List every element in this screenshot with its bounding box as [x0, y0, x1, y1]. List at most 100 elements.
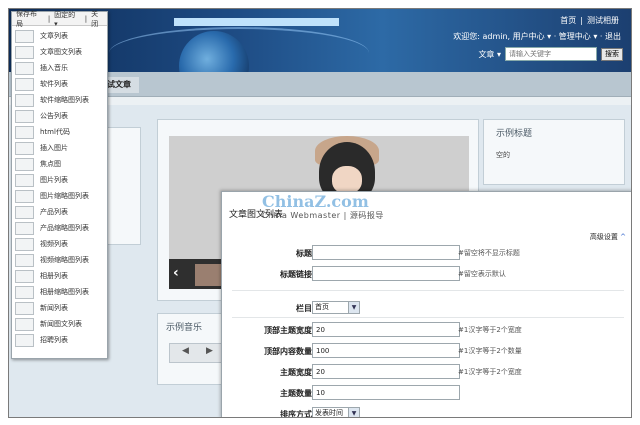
menu-item-label: 视频列表: [40, 240, 68, 248]
menu-item-label: 图片缩略图列表: [40, 192, 89, 200]
title-label: 标题: [296, 249, 312, 258]
menu-item-label: 招聘列表: [40, 336, 68, 344]
sort-row: 排序方式 发表时间 ▼: [222, 405, 631, 418]
list-icon: [15, 77, 34, 91]
top-count-label: 顶部内容数量: [264, 347, 312, 356]
next-track-icon[interactable]: ▶: [206, 346, 213, 356]
search-button[interactable]: 搜索: [601, 47, 623, 61]
menu-item-html-code[interactable]: html代码: [12, 124, 105, 140]
menu-item-article-list[interactable]: 文章列表: [12, 28, 105, 44]
column-label: 栏目: [296, 304, 312, 313]
advanced-settings-label: 高级设置: [589, 233, 618, 241]
main-width-label: 主题宽度: [280, 368, 312, 377]
advanced-settings-toggle[interactable]: 高级设置 ^: [590, 232, 626, 242]
album-link[interactable]: 测试相册: [585, 16, 621, 25]
fixed-dropdown[interactable]: 固定的 ▾: [52, 10, 83, 28]
main-count-input[interactable]: [312, 385, 460, 400]
list-icon: [15, 317, 34, 331]
list-icon: [15, 269, 34, 283]
save-layout-button[interactable]: 保存布局: [14, 9, 46, 29]
search-input[interactable]: [505, 47, 597, 61]
column-row: 栏目 首页 ▼: [222, 299, 631, 318]
menu-item-notice-list[interactable]: 公告列表: [12, 108, 105, 124]
screenshot-frame: 首页 | 测试相册 欢迎您: admin, 用户中心 ▾ · 管理中心 ▾ · 退出…: [8, 8, 632, 418]
module-menu: 保存布局 | 固定的 ▾ | 关闭 文章列表 文章图文列表 插入音乐 软件列表 …: [11, 9, 108, 359]
menu-item-product-list[interactable]: 产品列表: [12, 204, 105, 220]
menu-item-news-image-list[interactable]: 新闻图文列表: [12, 316, 105, 332]
home-link[interactable]: 首页: [558, 16, 578, 25]
close-menu-button[interactable]: 关闭: [89, 9, 107, 29]
title-row: 标题 #留空将不显示标题: [222, 244, 631, 263]
chevron-down-icon: ▼: [348, 302, 359, 313]
menu-item-label: 插入音乐: [40, 64, 68, 72]
dialog-title: 文章图文列表: [229, 210, 284, 220]
menu-item-label: 视频缩略图列表: [40, 256, 89, 264]
grid-icon: [15, 221, 34, 235]
menu-item-insert-music[interactable]: 插入音乐: [12, 60, 105, 76]
title-link-input[interactable]: [312, 266, 460, 281]
face-shape: [332, 166, 362, 194]
sort-label: 排序方式: [280, 410, 312, 418]
menu-item-label: 焦点图: [40, 160, 61, 168]
prev-track-icon[interactable]: ◀: [182, 346, 189, 356]
grid-icon: [15, 189, 34, 203]
grid-icon: [15, 253, 34, 267]
main-count-label: 主题数量: [280, 389, 312, 398]
chevron-up-icon: ^: [620, 233, 626, 241]
menu-item-label: 公告列表: [40, 112, 68, 120]
menu-item-focus-image[interactable]: 焦点图: [12, 156, 105, 172]
top-links: 首页 | 测试相册: [558, 15, 621, 26]
music-icon: [15, 61, 34, 75]
menu-item-label: html代码: [40, 128, 70, 136]
menu-item-label: 产品列表: [40, 208, 68, 216]
list-icon: [15, 29, 34, 43]
column-select-value: 首页: [315, 303, 329, 311]
menu-item-album-thumb-list[interactable]: 相册缩略图列表: [12, 284, 105, 300]
form-divider: [232, 290, 624, 291]
top-width-note: #1汉字等于2个宽度: [458, 326, 522, 334]
menu-item-label: 相册缩略图列表: [40, 288, 89, 296]
music-panel-title: 示例音乐: [166, 323, 203, 333]
code-icon: [15, 125, 34, 139]
top-width-label: 顶部主题宽度: [264, 326, 312, 335]
main-width-note: #1汉字等于2个宽度: [458, 368, 522, 376]
menu-item-album-list[interactable]: 相册列表: [12, 268, 105, 284]
column-select[interactable]: 首页 ▼: [312, 301, 360, 314]
menu-item-job-list[interactable]: 招聘列表: [12, 332, 105, 348]
image-icon: [15, 157, 34, 171]
menu-item-software-thumb-list[interactable]: 软件缩略图列表: [12, 92, 105, 108]
menu-item-video-thumb-list[interactable]: 视频缩略图列表: [12, 252, 105, 268]
menu-item-label: 文章列表: [40, 32, 68, 40]
top-count-input[interactable]: [312, 343, 460, 358]
menu-item-article-image-list[interactable]: 文章图文列表: [12, 44, 105, 60]
list-icon: [15, 205, 34, 219]
menu-item-video-list[interactable]: 视频列表: [12, 236, 105, 252]
menu-item-news-list[interactable]: 新闻列表: [12, 300, 105, 316]
menu-item-image-list[interactable]: 图片列表: [12, 172, 105, 188]
list-icon: [15, 173, 34, 187]
main-width-row: 主题宽度 #1汉字等于2个宽度: [222, 363, 631, 382]
sort-select-value: 发表时间: [315, 409, 343, 417]
top-width-input[interactable]: [312, 322, 460, 337]
menu-item-image-thumb-list[interactable]: 图片缩略图列表: [12, 188, 105, 204]
search-bar: 文章 ▾ 搜索: [478, 47, 623, 61]
top-count-row: 顶部内容数量 #1汉字等于2个数量: [222, 342, 631, 361]
title-input[interactable]: [312, 245, 460, 260]
menu-item-insert-image[interactable]: 插入图片: [12, 140, 105, 156]
chevron-down-icon: ▼: [348, 408, 359, 417]
right-panel-content: 空的: [496, 151, 510, 159]
menu-item-software-list[interactable]: 软件列表: [12, 76, 105, 92]
form-divider: [232, 317, 624, 318]
sort-select[interactable]: 发表时间 ▼: [312, 407, 360, 417]
right-panel: 示例标题 空的: [483, 119, 625, 185]
main-width-input[interactable]: [312, 364, 460, 379]
list-icon: [15, 45, 34, 59]
prev-arrow-icon[interactable]: ‹: [173, 265, 179, 281]
menu-header: 保存布局 | 固定的 ▾ | 关闭: [12, 9, 107, 29]
search-type-dropdown[interactable]: 文章 ▾: [478, 49, 501, 60]
menu-item-product-thumb-list[interactable]: 产品缩略图列表: [12, 220, 105, 236]
user-welcome[interactable]: 欢迎您: admin, 用户中心 ▾ · 管理中心 ▾ · 退出: [453, 31, 621, 42]
menu-item-label: 图片列表: [40, 176, 68, 184]
list-icon: [15, 301, 34, 315]
grid-icon: [15, 93, 34, 107]
